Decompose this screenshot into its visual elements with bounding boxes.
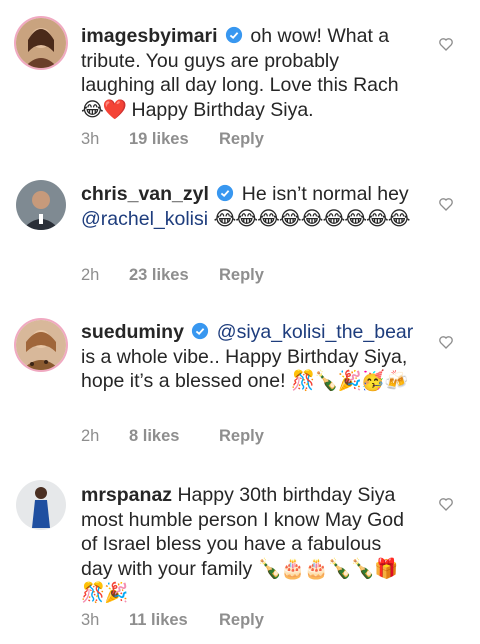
verified-badge-icon (217, 184, 234, 202)
avatar-image (16, 18, 66, 68)
comment-body: imagesbyimari oh wow! What a tribute. Yo… (81, 24, 417, 122)
likes-count[interactable]: 19 likes (129, 130, 209, 149)
likes-count[interactable]: 8 likes (129, 427, 209, 446)
comment-username[interactable]: imagesbyimari (81, 25, 218, 47)
comment-meta: 2h 8 likes Reply (81, 427, 264, 446)
comment-emoji: 😂❤️ (81, 97, 127, 121)
comment-username[interactable]: chris_van_zyl (81, 183, 209, 205)
comment-timestamp: 2h (81, 266, 100, 284)
comment-meta: 3h 11 likes Reply (81, 611, 264, 630)
comment-body: sueduminy @siya_kolisi_the_bear is a who… (81, 320, 417, 394)
comment-username[interactable]: sueduminy (81, 321, 184, 343)
comment-body: mrspanaz Happy 30th birthday Siya most h… (81, 483, 417, 606)
avatar[interactable] (16, 480, 66, 530)
comment-meta: 3h 19 likes Reply (81, 130, 264, 149)
reply-button[interactable]: Reply (219, 266, 264, 285)
avatar[interactable] (16, 180, 66, 230)
comment-timestamp: 2h (81, 427, 100, 445)
comment-item: imagesbyimari oh wow! What a tribute. Yo… (0, 0, 480, 160)
comment-body: chris_van_zyl He isn’t normal hey @rache… (81, 182, 417, 231)
comment-item: chris_van_zyl He isn’t normal hey @rache… (0, 160, 480, 320)
avatar-image (16, 480, 66, 530)
comment-item: sueduminy @siya_kolisi_the_bear is a who… (0, 300, 480, 470)
reply-button[interactable]: Reply (219, 611, 264, 630)
comment-text: Happy Birthday Siya. (126, 98, 314, 121)
mention-link[interactable]: @siya_kolisi_the_bear (217, 321, 414, 343)
verified-badge-icon (225, 26, 243, 44)
avatar[interactable] (16, 18, 66, 68)
likes-count[interactable]: 23 likes (129, 266, 209, 285)
reply-button[interactable]: Reply (219, 427, 264, 446)
comment-text: He isn’t normal hey (241, 183, 409, 205)
reply-button[interactable]: Reply (219, 130, 264, 149)
avatar-image (16, 180, 66, 230)
comment-meta: 2h 23 likes Reply (81, 266, 264, 285)
heart-outline-icon[interactable] (438, 496, 454, 512)
avatar-image (16, 320, 66, 370)
comment-item: mrspanaz Happy 30th birthday Siya most h… (0, 462, 480, 644)
likes-count[interactable]: 11 likes (129, 611, 209, 630)
heart-outline-icon[interactable] (438, 334, 454, 350)
heart-outline-icon[interactable] (438, 36, 454, 52)
heart-outline-icon[interactable] (438, 196, 454, 212)
comment-timestamp: 3h (81, 130, 100, 148)
verified-badge-icon (192, 322, 209, 340)
avatar[interactable] (16, 320, 66, 370)
comment-emoji: 🎊🍾🎉🥳🍻 (290, 369, 408, 392)
comment-emoji: 😂😂😂😂😂😂😂😂😂 (213, 206, 411, 230)
comment-username[interactable]: mrspanaz (81, 484, 172, 506)
comment-timestamp: 3h (81, 611, 100, 629)
mention-link[interactable]: @rachel_kolisi (81, 208, 208, 230)
